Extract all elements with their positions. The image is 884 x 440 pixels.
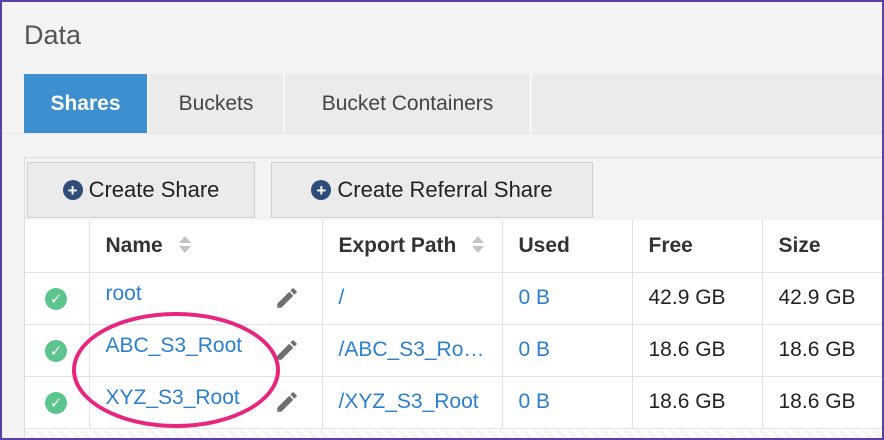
plus-circle-icon: + <box>62 180 83 200</box>
create-referral-share-label: Create Referral Share <box>337 177 553 202</box>
free-value: 18.6 GB <box>632 324 763 377</box>
column-header-size: Size <box>762 220 882 273</box>
create-share-button[interactable]: + Create Share <box>27 162 255 218</box>
used-link[interactable]: 0 B <box>502 376 633 429</box>
pencil-icon[interactable] <box>274 337 300 363</box>
status-cell: ✓ <box>25 376 90 429</box>
free-value: 18.6 GB <box>632 376 763 429</box>
column-header-name-label: Name <box>105 233 163 257</box>
export-path-link[interactable]: /XYZ_S3_Root <box>322 376 503 429</box>
name-cell: root <box>89 272 323 325</box>
name-cell: ABC_S3_Root <box>89 324 323 377</box>
column-header-export-path[interactable]: Export Path <box>322 220 503 273</box>
pencil-icon[interactable] <box>274 389 300 415</box>
export-path-link[interactable]: / <box>322 272 503 325</box>
shares-table: Name Export Path Used Free Size ✓ root /… <box>25 220 882 429</box>
share-name-link[interactable]: XYZ_S3_Root <box>106 386 240 409</box>
tab-bucket-containers[interactable]: Bucket Containers <box>285 74 531 133</box>
column-header-export-path-label: Export Path <box>338 233 457 257</box>
column-header-free: Free <box>632 220 763 273</box>
app-frame: Data Shares Buckets Bucket Containers + … <box>0 0 884 440</box>
export-path-link[interactable]: /ABC_S3_Ro… <box>322 324 503 377</box>
used-link[interactable]: 0 B <box>502 324 633 377</box>
shares-panel: + Create Share + Create Referral Share N… <box>24 157 882 438</box>
column-header-status <box>25 220 90 273</box>
toolbar: + Create Share + Create Referral Share <box>25 158 882 220</box>
used-link[interactable]: 0 B <box>502 272 633 325</box>
page-title: Data <box>24 20 82 50</box>
check-circle-icon: ✓ <box>45 288 67 310</box>
check-circle-icon: ✓ <box>45 340 67 362</box>
table-row: ✓ ABC_S3_Root /ABC_S3_Ro… 0 B 18.6 GB 18… <box>25 324 882 377</box>
table-header-row: Name Export Path Used Free Size <box>25 220 882 273</box>
share-name-link[interactable]: ABC_S3_Root <box>106 334 243 357</box>
create-referral-share-button[interactable]: + Create Referral Share <box>271 162 593 218</box>
pencil-icon[interactable] <box>274 285 300 311</box>
table-row: ✓ XYZ_S3_Root /XYZ_S3_Root 0 B 18.6 GB 1… <box>25 376 882 429</box>
status-cell: ✓ <box>25 272 90 325</box>
column-header-used: Used <box>502 220 633 273</box>
size-value: 18.6 GB <box>762 376 882 429</box>
column-header-name[interactable]: Name <box>89 220 323 273</box>
table-row: ✓ root / 0 B 42.9 GB 42.9 GB <box>25 272 882 325</box>
create-share-label: Create Share <box>88 177 220 202</box>
free-value: 42.9 GB <box>632 272 763 325</box>
tab-bar: Shares Buckets Bucket Containers <box>2 74 882 134</box>
status-cell: ✓ <box>25 324 90 377</box>
check-circle-icon: ✓ <box>45 392 67 414</box>
plus-circle-icon: + <box>311 180 332 200</box>
share-name-link[interactable]: root <box>106 282 142 305</box>
name-cell: XYZ_S3_Root <box>89 376 323 429</box>
tab-buckets[interactable]: Buckets <box>149 74 284 133</box>
tab-shares[interactable]: Shares <box>24 74 148 133</box>
size-value: 18.6 GB <box>762 324 882 377</box>
size-value: 42.9 GB <box>762 272 882 325</box>
table-footer-stripe <box>25 430 882 438</box>
tab-bar-filler <box>532 74 882 133</box>
